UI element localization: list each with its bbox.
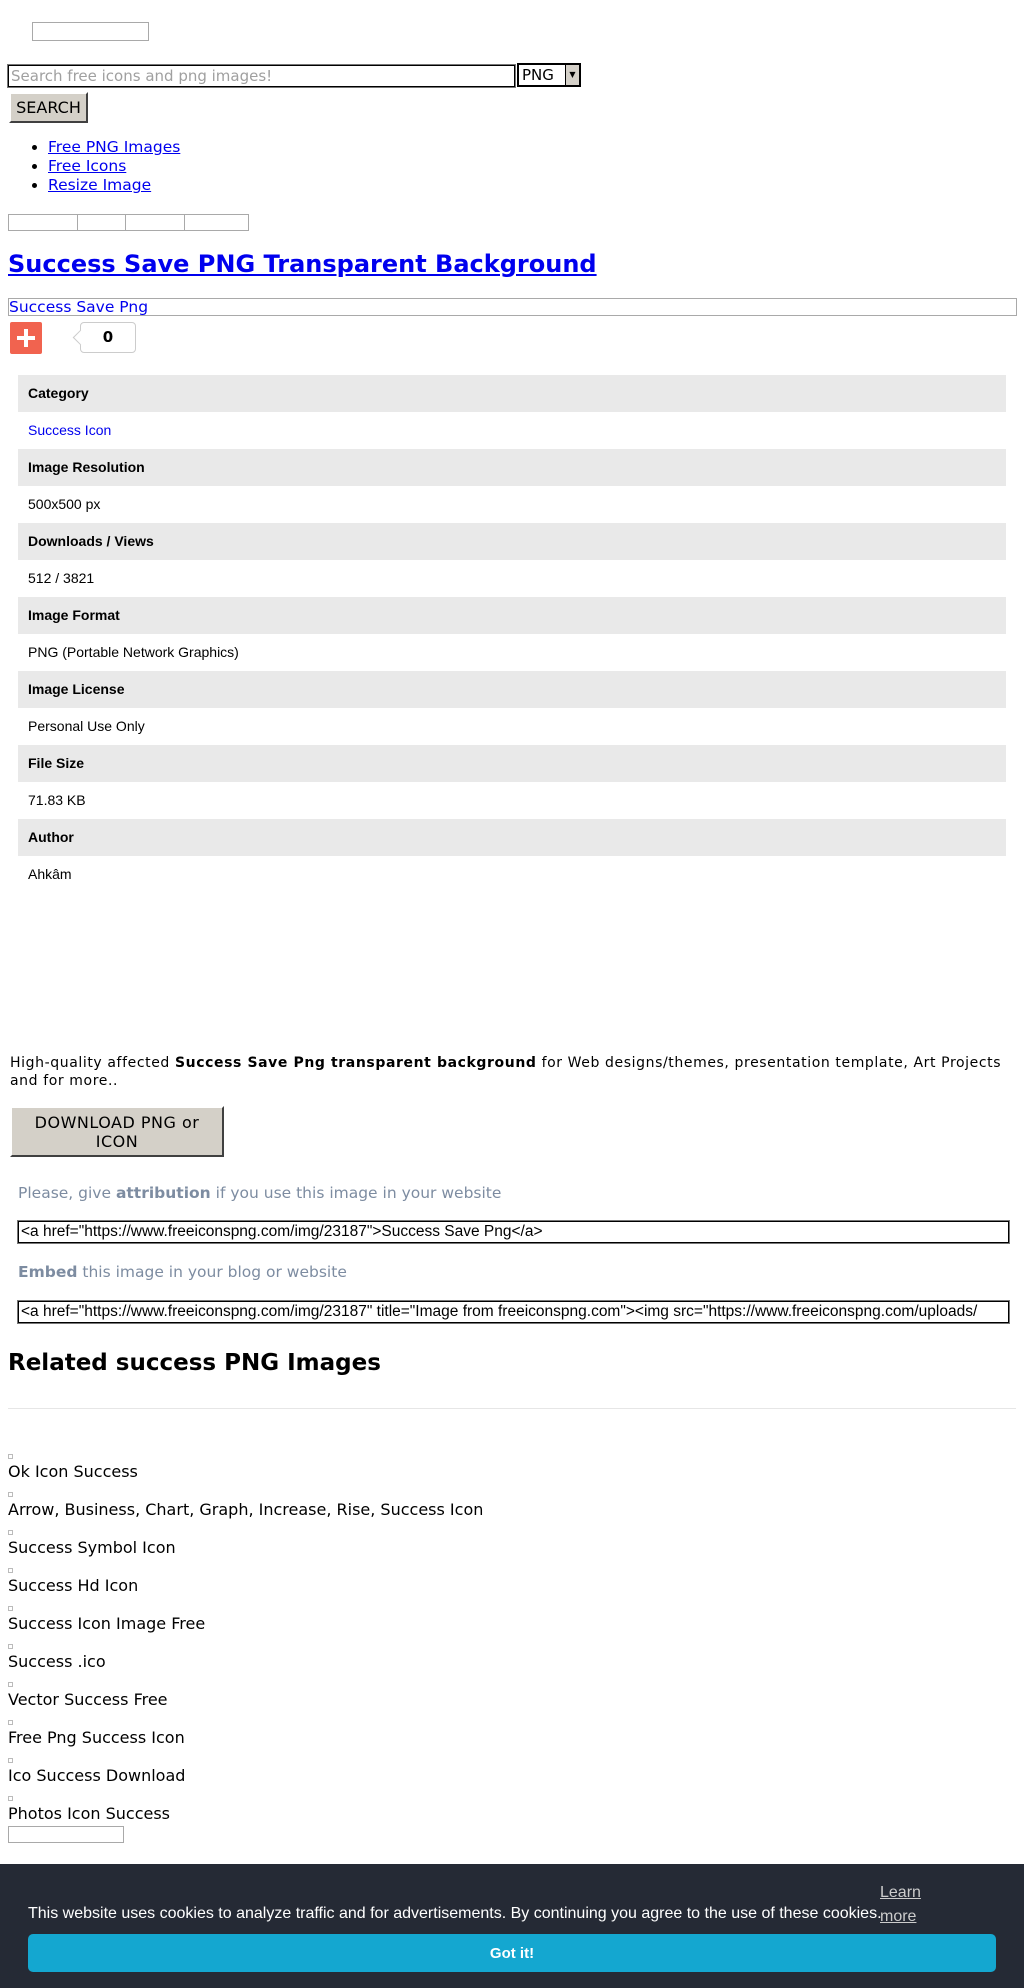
info-value-file-size: 71.83 KB: [28, 792, 86, 808]
share-button-placeholder[interactable]: [8, 214, 78, 231]
info-value-license: Personal Use Only: [28, 718, 145, 734]
share-button-placeholder[interactable]: [184, 214, 249, 231]
info-label-category: Category: [18, 375, 1006, 412]
image-title-link[interactable]: Success Save Png: [8, 298, 1017, 316]
related-item-link[interactable]: Success Symbol Icon: [8, 1538, 176, 1557]
share-count-badge: 0: [80, 322, 136, 353]
attribution-keyword: attribution: [115, 1184, 211, 1202]
share-plus-button[interactable]: [10, 322, 42, 354]
related-item-link[interactable]: Vector Success Free: [8, 1690, 168, 1709]
info-label-license: Image License: [18, 671, 1006, 708]
related-item-thumbnail[interactable]: [8, 1606, 13, 1611]
info-label-downloads-views: Downloads / Views: [18, 523, 1006, 560]
format-select[interactable]: PNG ▼: [517, 63, 581, 87]
image-info-table: Category Success Icon Image Resolution 5…: [18, 375, 1006, 893]
info-label-resolution: Image Resolution: [18, 449, 1006, 486]
search-input[interactable]: [7, 64, 516, 88]
related-item-link[interactable]: Success .ico: [8, 1652, 106, 1671]
related-images-list: Ok Icon Success Arrow, Business, Chart, G…: [8, 1454, 908, 1834]
attribution-post: if you use this image in your website: [210, 1184, 502, 1202]
related-item-link[interactable]: Ico Success Download: [8, 1766, 185, 1785]
download-button[interactable]: DOWNLOAD PNG or ICON: [10, 1106, 224, 1157]
cookie-banner: This website uses cookies to analyze tra…: [0, 1864, 1024, 1988]
downloads-label: Downloads: [28, 533, 103, 549]
main-nav: Free PNG Images Free Icons Resize Image: [8, 138, 180, 195]
related-item[interactable]: Photos Icon Success: [8, 1796, 908, 1834]
nav-link-free-icons[interactable]: Free Icons: [48, 157, 126, 175]
related-item[interactable]: Vector Success Free: [8, 1682, 908, 1720]
description-keyword: Success Save Png transparent background: [174, 1055, 537, 1071]
info-label-author: Author: [18, 819, 1006, 856]
related-item-thumbnail[interactable]: [8, 1568, 13, 1573]
category-link[interactable]: Success Icon: [28, 422, 111, 438]
related-item[interactable]: Success .ico: [8, 1644, 908, 1682]
embed-instructions: Embed this image in your blog or website: [18, 1263, 347, 1281]
related-item[interactable]: Arrow, Business, Chart, Graph, Increase,…: [8, 1492, 908, 1530]
embed-keyword: Embed: [18, 1263, 78, 1281]
footer-placeholder[interactable]: [8, 1826, 124, 1843]
views-label: Views: [114, 533, 154, 549]
info-label-file-size: File Size: [18, 745, 1006, 782]
page-title: Success Save PNG Transparent Background: [8, 250, 597, 278]
attribution-instructions: Please, give attribution if you use this…: [18, 1184, 501, 1202]
info-value-resolution: 500x500 px: [28, 496, 101, 512]
related-item[interactable]: Success Icon Image Free: [8, 1606, 908, 1644]
info-value-category: Success Icon: [18, 412, 1006, 449]
related-item-link[interactable]: Success Hd Icon: [8, 1576, 138, 1595]
info-value-format: PNG (Portable Network Graphics): [28, 644, 239, 660]
related-section-title: Related success PNG Images: [8, 1350, 381, 1376]
related-item-thumbnail[interactable]: [8, 1720, 13, 1725]
share-button-placeholder[interactable]: [125, 214, 185, 231]
related-item[interactable]: Success Symbol Icon: [8, 1530, 908, 1568]
cookie-accept-button[interactable]: Got it!: [28, 1934, 996, 1972]
attribution-pre: Please, give: [18, 1184, 116, 1202]
embed-code-field[interactable]: <a href="https://www.freeiconspng.com/im…: [17, 1300, 1010, 1324]
share-buttons-row: [8, 214, 249, 231]
related-item-thumbnail[interactable]: [8, 1796, 13, 1801]
description-prefix: High-quality affected: [10, 1055, 175, 1071]
image-description: High-quality affected Success Save Png t…: [10, 1054, 1010, 1090]
related-item-thumbnail[interactable]: [8, 1454, 13, 1459]
nav-item: Free PNG Images: [48, 138, 180, 157]
nav-link-resize-image[interactable]: Resize Image: [48, 176, 151, 194]
divider: [8, 1408, 1016, 1409]
related-item-thumbnail[interactable]: [8, 1530, 13, 1535]
info-value-downloads-views: 512 / 3821: [28, 570, 95, 586]
nav-item: Free Icons: [48, 157, 180, 176]
attribution-code-field[interactable]: <a href="https://www.freeiconspng.com/im…: [17, 1220, 1010, 1244]
related-item[interactable]: Success Hd Icon: [8, 1568, 908, 1606]
chevron-down-icon: ▼: [565, 65, 579, 85]
related-item-thumbnail[interactable]: [8, 1492, 13, 1497]
share-button-placeholder[interactable]: [77, 214, 126, 231]
info-label-format: Image Format: [18, 597, 1006, 634]
related-item-link[interactable]: Arrow, Business, Chart, Graph, Increase,…: [8, 1500, 483, 1519]
related-item-link[interactable]: Photos Icon Success: [8, 1804, 170, 1823]
related-item[interactable]: Ico Success Download: [8, 1758, 908, 1796]
nav-link-free-png-images[interactable]: Free PNG Images: [48, 138, 180, 156]
format-select-value: PNG: [522, 66, 554, 84]
cookie-learn-more-link[interactable]: Learn more: [880, 1881, 924, 1929]
page-title-link[interactable]: Success Save PNG Transparent Background: [8, 250, 597, 278]
related-item[interactable]: Ok Icon Success: [8, 1454, 908, 1492]
related-item-link[interactable]: Free Png Success Icon: [8, 1728, 185, 1747]
cookie-message: This website uses cookies to analyze tra…: [28, 1905, 882, 1922]
related-item-thumbnail[interactable]: [8, 1682, 13, 1687]
embed-post: this image in your blog or website: [77, 1263, 347, 1281]
related-item-thumbnail[interactable]: [8, 1644, 13, 1649]
related-item-thumbnail[interactable]: [8, 1758, 13, 1763]
related-item-link[interactable]: Ok Icon Success: [8, 1462, 138, 1481]
info-value-author: Ahkâm: [28, 866, 72, 882]
related-item-link[interactable]: Success Icon Image Free: [8, 1614, 205, 1633]
logo-placeholder[interactable]: [32, 22, 149, 41]
nav-item: Resize Image: [48, 176, 180, 195]
related-item[interactable]: Free Png Success Icon: [8, 1720, 908, 1758]
search-button[interactable]: SEARCH: [9, 92, 88, 123]
